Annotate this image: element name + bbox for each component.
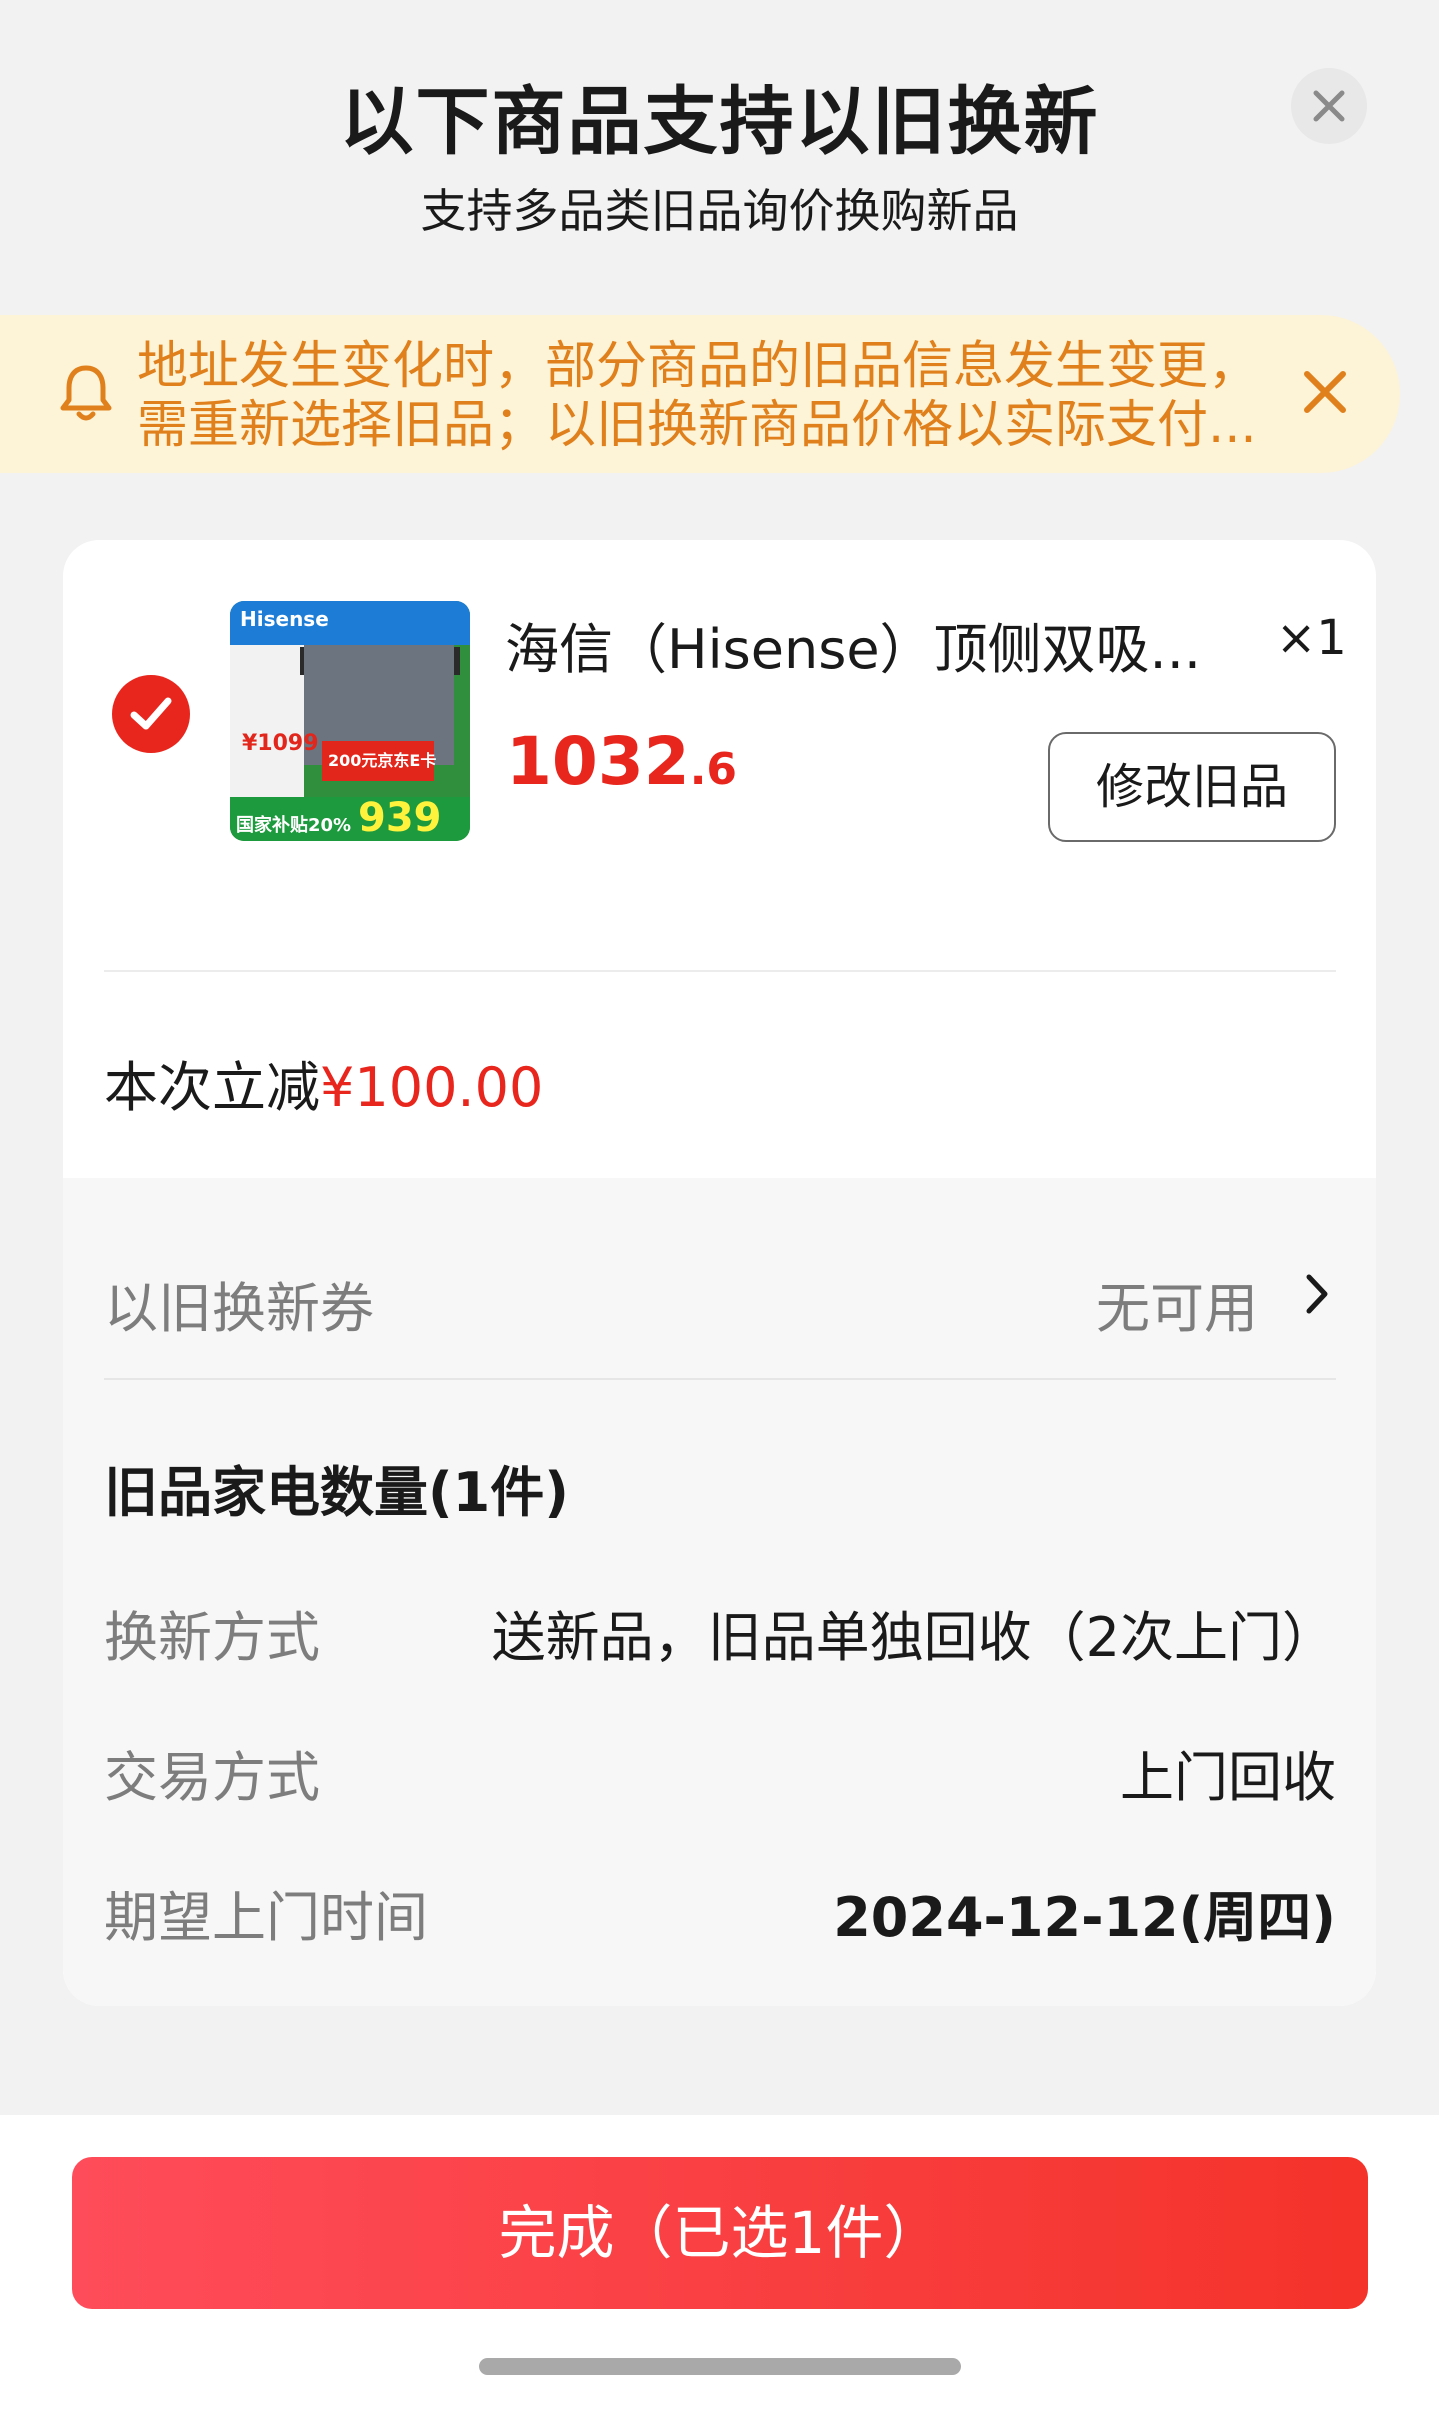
transaction-method-label: 交易方式 [104,1746,320,1809]
product-thumbnail[interactable]: Hisense ¥1099 200元京东E卡 国家补贴20% 939 [230,601,470,841]
product-name[interactable]: 海信（Hisense）顶侧双吸... [505,605,1201,684]
saving-amount: ¥100.00 [320,1056,544,1119]
price-integer: 1032 [506,723,690,800]
done-button[interactable]: 完成（已选1件） [72,2157,1368,2309]
divider [104,970,1336,972]
notice-line-1: 地址发生变化时，部分商品的旧品信息发生变更， [137,337,1257,396]
thumb-subsidy: 国家补贴20% [236,815,352,836]
exchange-method-value: 送新品，旧品单独回收（2次上门） [491,1606,1336,1669]
home-indicator[interactable] [479,2358,961,2375]
page-subtitle: 支持多品类旧品询价换购新品 [420,184,1019,238]
price-decimal: .6 [689,744,738,795]
transaction-method-value: 上门回收 [1120,1746,1336,1809]
old-items-title: 旧品家电数量(1件) [104,1461,569,1524]
thumb-big-price: 939 [358,795,442,841]
visit-time-value[interactable]: 2024-12-12(周四) [833,1873,1336,1952]
close-icon [1313,90,1345,122]
chevron-right-icon [1306,1274,1328,1314]
divider [104,1378,1336,1380]
coupon-row[interactable]: 以旧换新券 无可用 [63,1178,1376,1378]
close-button[interactable] [1291,68,1367,144]
visit-time-label: 期望上门时间 [104,1886,428,1949]
coupon-value: 无可用 [1096,1277,1258,1340]
details-section: 以旧换新券 无可用 旧品家电数量(1件) 换新方式 送新品，旧品单独回收（2次上… [63,1178,1376,2006]
page-title: 以下商品支持以旧换新 [339,79,1100,165]
notice-close-icon[interactable] [1301,368,1349,416]
thumb-tag: 200元京东E卡 [328,751,437,770]
saving-label: 本次立减 [104,1056,320,1119]
exchange-method-label: 换新方式 [104,1606,320,1669]
coupon-label: 以旧换新券 [104,1277,374,1340]
notice-line-2: 需重新选择旧品；以旧换新商品价格以实际支付... [137,396,1257,455]
sheet-header: 以下商品支持以旧换新 支持多品类旧品询价换购新品 [0,0,1439,300]
trade-in-card: Hisense ¥1099 200元京东E卡 国家补贴20% 939 海信（Hi… [63,540,1376,2006]
checkmark-icon [130,697,172,730]
product-price: 1032.6 [506,723,737,800]
thumb-brand: Hisense [240,607,329,631]
modify-old-item-button[interactable]: 修改旧品 [1048,732,1336,842]
address-change-notice: 地址发生变化时，部分商品的旧品信息发生变更， 需重新选择旧品；以旧换新商品价格以… [0,315,1400,473]
notice-text: 地址发生变化时，部分商品的旧品信息发生变更， 需重新选择旧品；以旧换新商品价格以… [137,337,1257,455]
saving-line: 本次立减¥100.00 [104,1043,543,1122]
thumb-price-badge: ¥1099 [242,731,319,756]
product-quantity: ×1 [1276,610,1347,666]
product-select-checkbox[interactable] [112,675,190,753]
bell-icon [60,365,112,421]
